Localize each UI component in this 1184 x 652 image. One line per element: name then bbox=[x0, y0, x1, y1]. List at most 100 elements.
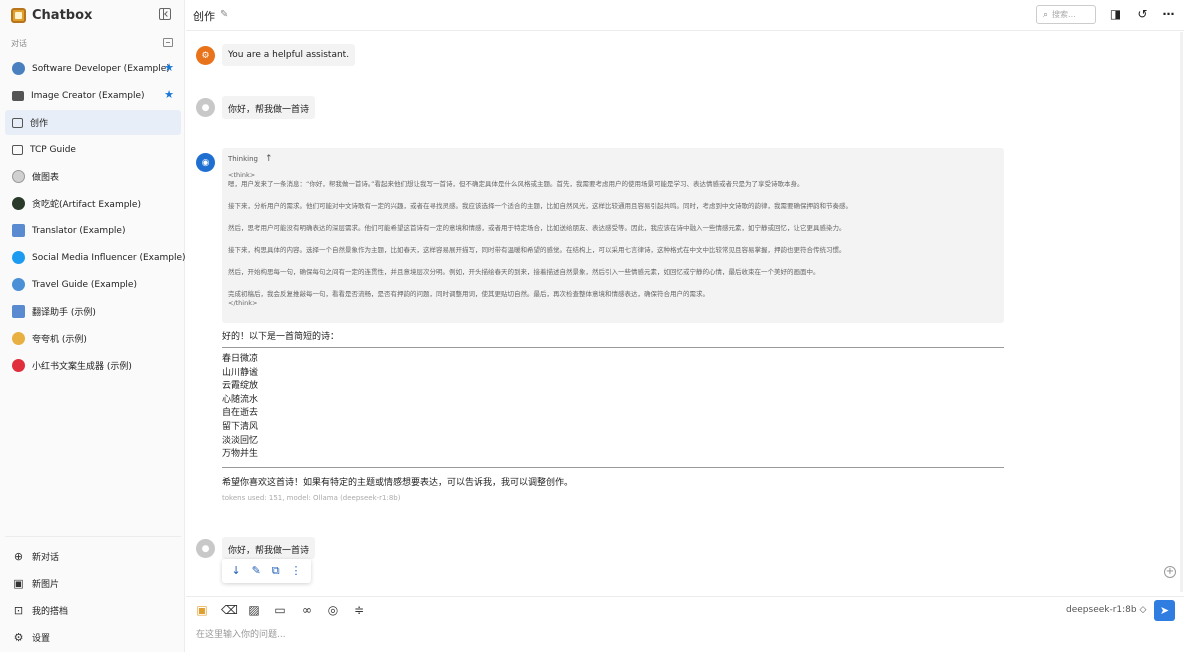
think-paragraph: 嗯，用户发来了一条消息：“你好，帮我做一首诗。”看起来他们想让我写一首诗，但不确… bbox=[228, 180, 804, 188]
scrollbar[interactable] bbox=[1180, 32, 1183, 592]
user-message: 你好，帮我做一首诗 bbox=[222, 537, 316, 559]
thinking-label: Thinking bbox=[228, 155, 258, 163]
folder-icon[interactable]: ▭ bbox=[273, 603, 287, 617]
sidebar-item-praise[interactable]: 夸夸机 (示例) bbox=[5, 326, 181, 351]
app-name: Chatbox bbox=[32, 7, 93, 23]
arrow-down-icon[interactable]: ↓ bbox=[231, 565, 240, 577]
eraser-icon[interactable]: ⌫ bbox=[221, 603, 238, 617]
search-input[interactable]: ⌕ 搜索... bbox=[1036, 5, 1096, 24]
answer-intro: 好的！以下是一首简短的诗： bbox=[222, 332, 340, 342]
sidebar-item-image-creator[interactable]: Image Creator (Example) ★ bbox=[5, 83, 181, 108]
image-upload-icon[interactable]: ▨ bbox=[247, 603, 261, 617]
system-message: You are a helpful assistant. bbox=[222, 44, 356, 66]
poem-line: 心随流水 bbox=[222, 394, 259, 405]
tokens-info: tokens used: 151, model: Ollama (deepsee… bbox=[222, 494, 401, 502]
sidebar-actions: ⊕ 新对话 ▣ 新图片 ⊡ 我的搭档 ⚙ 设置 bbox=[5, 536, 181, 651]
translator-avatar-icon bbox=[12, 224, 25, 237]
sidebar-item-chart[interactable]: 做图表 bbox=[5, 164, 181, 189]
sidebar-item-travel-guide[interactable]: Travel Guide (Example) bbox=[5, 272, 181, 297]
poem-line: 山川静谧 bbox=[222, 367, 259, 378]
more-vertical-icon[interactable]: ⋮ bbox=[291, 565, 302, 577]
sidebar-item-tcp-guide[interactable]: TCP Guide bbox=[5, 137, 181, 162]
my-partners-label: 我的搭档 bbox=[32, 607, 69, 617]
sidebar-item-label: Social Media Influencer (Example) bbox=[32, 252, 186, 263]
settings-sliders-icon[interactable]: ≑ bbox=[352, 603, 366, 617]
developer-avatar-icon bbox=[12, 62, 25, 75]
search-icon: ⌕ bbox=[1043, 9, 1049, 20]
settings-button[interactable]: ⚙ 设置 bbox=[5, 624, 181, 651]
twitter-avatar-icon bbox=[12, 251, 25, 264]
translator-cn-avatar-icon bbox=[12, 305, 25, 318]
message-input[interactable]: 在这里输入你的问题... bbox=[196, 627, 286, 640]
sidebar-item-label: Image Creator (Example) bbox=[31, 90, 145, 101]
poem: 春日微凉 山川静谧 云霞绽放 心随流水 自在逝去 留下清风 淡淡回忆 万物并生 bbox=[222, 353, 258, 462]
my-partners-button[interactable]: ⊡ 我的搭档 bbox=[5, 597, 181, 624]
sidebar-item-xiaohongshu[interactable]: 小红书文案生成器 (示例) bbox=[5, 353, 181, 378]
xiaohongshu-avatar-icon bbox=[12, 359, 25, 372]
poem-line: 万物并生 bbox=[222, 449, 259, 460]
star-icon[interactable]: ★ bbox=[164, 62, 174, 74]
sidebar-item-label: Software Developer (Example) bbox=[32, 63, 170, 74]
edit-icon[interactable]: ✎ bbox=[252, 565, 261, 577]
star-icon[interactable]: ★ bbox=[164, 89, 174, 101]
answer-outro: 希望你喜欢这首诗！如果有特定的主题或情感想要表达，可以告诉我，我可以调整创作。 bbox=[222, 478, 574, 488]
think-paragraph: 接下来，分析用户的需求。他们可能对中文诗歌有一定的兴趣，或者在寻找灵感。我应该选… bbox=[228, 202, 852, 210]
new-image-label: 新图片 bbox=[32, 580, 60, 590]
sidebar-item-label: Translator (Example) bbox=[32, 225, 126, 236]
sidebar-item-label: 小红书文案生成器 (示例) bbox=[32, 362, 132, 372]
sidebar-item-software-developer[interactable]: Software Developer (Example) ★ bbox=[5, 56, 181, 81]
chat-bubble-icon bbox=[12, 144, 23, 155]
new-chat-label: 新对话 bbox=[32, 553, 60, 563]
settings-label: 设置 bbox=[32, 634, 51, 644]
collapse-sidebar-icon[interactable] bbox=[159, 8, 171, 20]
chatbox-toggle-icon[interactable]: ▣ bbox=[195, 603, 209, 617]
toolbox-icon[interactable]: ◨ bbox=[1109, 8, 1122, 21]
chatbox-logo-icon bbox=[11, 7, 26, 23]
think-paragraph: 接下来，构思具体的内容。选择一个自然景象作为主题，比如春天，这样容易展开描写，同… bbox=[228, 246, 846, 254]
think-close-tag: </think> bbox=[228, 299, 258, 307]
copy-icon[interactable]: ⧉ bbox=[272, 565, 280, 577]
sidebar-item-snake[interactable]: 贪吃蛇(Artifact Example) bbox=[5, 191, 181, 216]
poem-line: 留下清风 bbox=[222, 421, 259, 432]
think-paragraph: 然后，开始构思每一句，确保每句之间有一定的连贯性，并且意境层次分明。例如，开头描… bbox=[228, 268, 820, 276]
user-avatar-icon: ● bbox=[196, 98, 215, 117]
sidebar-item-label: 夸夸机 (示例) bbox=[32, 335, 87, 345]
sidebar-item-social-media[interactable]: Social Media Influencer (Example) bbox=[5, 245, 186, 270]
praise-avatar-icon bbox=[12, 332, 25, 345]
chart-avatar-icon bbox=[12, 170, 25, 183]
link-icon[interactable]: ∞ bbox=[300, 603, 314, 617]
sidebar-item-translator-cn[interactable]: 翻译助手 (示例) bbox=[5, 299, 181, 324]
globe-icon[interactable]: ◎ bbox=[326, 603, 340, 617]
user-avatar-icon: ● bbox=[196, 539, 215, 558]
composer: ▣ ⌫ ▨ ▭ ∞ ◎ ≑ deepseek-r1:8b ◇ ➤ 在这里输入你的… bbox=[186, 596, 1184, 652]
poem-line: 云霞绽放 bbox=[222, 381, 259, 392]
model-name: deepseek-r1:8b bbox=[1066, 605, 1137, 615]
more-icon[interactable]: ⋯ bbox=[1162, 8, 1175, 21]
divider bbox=[222, 467, 1004, 468]
poem-line: 淡淡回忆 bbox=[222, 435, 259, 446]
history-icon[interactable]: ↺ bbox=[1136, 8, 1149, 21]
model-selector[interactable]: deepseek-r1:8b ◇ bbox=[1066, 605, 1146, 615]
new-image-button[interactable]: ▣ 新图片 bbox=[5, 570, 181, 597]
pencil-icon[interactable]: ✎ bbox=[220, 9, 228, 20]
brand: Chatbox bbox=[11, 7, 92, 23]
system-avatar-icon: ⚙ bbox=[196, 46, 215, 65]
new-chat-button[interactable]: ⊕ 新对话 bbox=[5, 543, 181, 570]
poem-line: 春日微凉 bbox=[222, 354, 259, 364]
conversation-title: 创作 bbox=[193, 10, 215, 23]
plus-circle-icon: ⊕ bbox=[13, 550, 24, 563]
sidebar-item-label: Travel Guide (Example) bbox=[32, 279, 137, 290]
search-placeholder: 搜索... bbox=[1052, 10, 1076, 19]
conversations-section-label: 对话 bbox=[11, 39, 27, 48]
sidebar-item-translator[interactable]: Translator (Example) bbox=[5, 218, 181, 243]
user-message: 你好，帮我做一首诗 bbox=[222, 96, 316, 119]
sidebar-item-label: 做图表 bbox=[32, 173, 60, 183]
think-paragraph: 然后，思考用户可能没有明确表达的深层需求。他们可能希望这首诗有一定的意境和情感，… bbox=[228, 224, 846, 232]
add-circle-icon[interactable]: + bbox=[1164, 566, 1176, 578]
sidebar-item-chuangzuo[interactable]: 创作 bbox=[5, 110, 181, 135]
thinking-block: Thinking ↑ <think> 嗯，用户发来了一条消息：“你好，帮我做一首… bbox=[222, 148, 1004, 323]
send-button[interactable]: ➤ bbox=[1154, 600, 1175, 621]
snake-avatar-icon bbox=[12, 197, 25, 210]
archive-icon[interactable] bbox=[163, 38, 173, 47]
thinking-toggle[interactable]: Thinking ↑ bbox=[228, 154, 998, 164]
